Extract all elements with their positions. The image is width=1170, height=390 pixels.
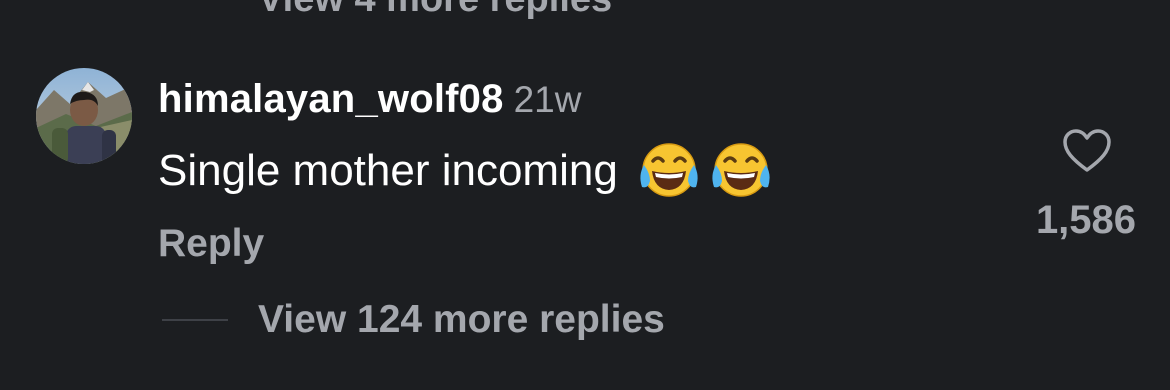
reply-button[interactable]: Reply [158, 222, 264, 266]
view-more-replies-label: View 124 more replies [258, 298, 665, 341]
timestamp: 21w [513, 79, 582, 120]
thread-divider-line [162, 319, 228, 321]
comment-body: Single mother incoming [158, 143, 772, 199]
view-more-replies-button[interactable]: View 124 more replies [162, 298, 665, 342]
comment-text: Single mother incoming [158, 146, 618, 195]
comment-header: himalayan_wolf08 21w [158, 76, 581, 131]
heart-outline-icon[interactable] [1062, 128, 1112, 174]
face-with-tears-of-joy-emoji [710, 143, 772, 199]
face-with-tears-of-joy-emoji [638, 143, 700, 199]
view-previous-replies-link[interactable]: View 4 more replies [258, 0, 612, 21]
avatar[interactable] [36, 68, 132, 164]
emoji-group [638, 143, 772, 199]
like-count: 1,586 [1035, 198, 1137, 242]
username[interactable]: himalayan_wolf08 [158, 77, 504, 121]
